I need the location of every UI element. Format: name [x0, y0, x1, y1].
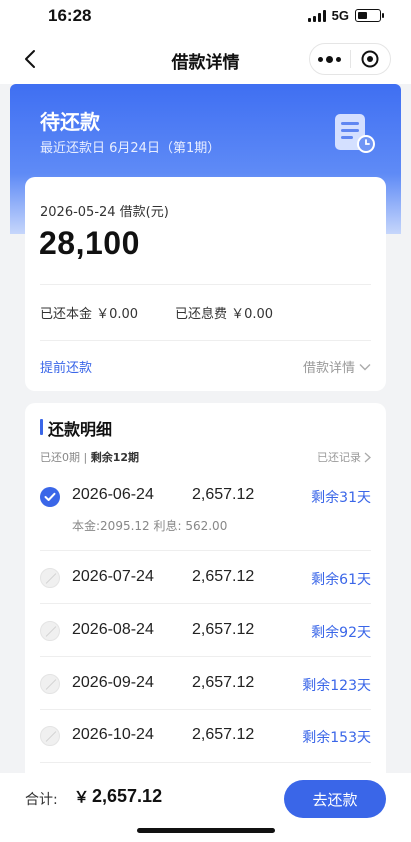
divider	[40, 603, 371, 604]
installment-amount: 2,657.12	[192, 621, 255, 638]
battery-level	[358, 12, 367, 19]
loan-date-label: 2026-05-24 借款(元)	[40, 205, 169, 220]
installment-row[interactable]: 2026-06-24 2,657.12 剩余31天 本金:2095.12 利息:…	[40, 486, 371, 546]
more-dots-icon[interactable]	[310, 44, 350, 74]
chevron-down-icon	[359, 363, 371, 370]
installment-stats: 已还0期 | 剩余12期	[40, 449, 139, 465]
schedule-title: 还款明细	[48, 420, 113, 439]
installment-date: 2026-07-24	[72, 568, 154, 585]
prepay-button[interactable]: 提前还款	[40, 357, 92, 376]
records-label: 已还记录	[317, 451, 361, 464]
target-circle-icon[interactable]	[351, 44, 391, 74]
installment-row[interactable]: 2026-07-24 2,657.12 剩余61天	[40, 568, 371, 592]
home-indicator	[137, 828, 275, 833]
loan-detail-label: 借款详情	[302, 361, 355, 376]
disabled-circle-icon	[40, 726, 60, 746]
days-remaining: 剩余31天	[311, 490, 371, 506]
installment-date: 2026-06-24	[72, 486, 154, 503]
disabled-circle-icon	[40, 568, 60, 588]
disabled-circle-icon	[40, 674, 60, 694]
days-remaining: 剩余153天	[302, 730, 371, 746]
remaining-count: 剩余12期	[90, 451, 140, 464]
days-remaining: 剩余61天	[311, 572, 371, 588]
installment-breakdown: 本金:2095.12 利息: 562.00	[72, 519, 228, 533]
network-label: 5G	[331, 8, 349, 23]
pay-button[interactable]: 去还款	[284, 780, 386, 818]
installment-amount: 2,657.12	[192, 726, 255, 743]
installment-row[interactable]: 2026-09-24 2,657.12 剩余123天	[40, 674, 371, 698]
status-bar: 16:28 5G	[0, 0, 411, 34]
days-remaining: 剩余92天	[311, 625, 371, 641]
battery-icon	[355, 9, 384, 22]
stats-separator: |	[80, 451, 91, 464]
installment-amount: 2,657.12	[192, 674, 255, 691]
divider	[40, 340, 371, 341]
divider	[40, 709, 371, 710]
installment-row[interactable]: 2026-08-24 2,657.12 剩余92天	[40, 621, 371, 645]
paid-count: 已还0期	[40, 451, 80, 464]
next-due-date: 最近还款日 6月24日（第1期）	[40, 141, 221, 156]
divider	[40, 550, 371, 551]
disabled-circle-icon	[40, 621, 60, 641]
signal-icon	[307, 9, 326, 22]
repayment-status-title: 待还款	[40, 110, 100, 134]
divider	[40, 762, 371, 763]
checked-circle-icon[interactable]	[40, 487, 60, 507]
divider	[40, 656, 371, 657]
days-remaining: 剩余123天	[302, 678, 371, 694]
total-amount-value: 2,657.12	[92, 786, 163, 806]
installment-date: 2026-09-24	[72, 674, 154, 691]
divider	[40, 284, 371, 285]
installment-amount: 2,657.12	[192, 486, 255, 503]
loan-amount: 28,100	[39, 225, 140, 261]
total-label: 合计:	[25, 792, 58, 808]
total-amount: ￥ 2,657.12	[74, 786, 162, 807]
status-indicators: 5G	[307, 8, 384, 23]
installment-row[interactable]: 2026-10-24 2,657.12 剩余153天	[40, 726, 371, 750]
chevron-right-icon	[364, 452, 371, 462]
nav-bar: 借款详情	[0, 34, 411, 84]
currency-symbol: ￥	[74, 789, 90, 806]
paid-interest: 已还息费 ￥0.00	[175, 307, 274, 322]
installment-date: 2026-10-24	[72, 726, 154, 743]
status-time: 16:28	[48, 6, 92, 25]
loan-detail-toggle[interactable]: 借款详情	[303, 357, 371, 376]
paid-principal: 已还本金 ￥0.00	[40, 307, 139, 322]
repayment-schedule-card: 还款明细 已还0期 | 剩余12期 已还记录 2026-06-24 2,657.…	[25, 403, 386, 773]
installment-amount: 2,657.12	[192, 568, 255, 585]
payment-records-link[interactable]: 已还记录	[317, 449, 371, 465]
mini-program-capsule	[309, 43, 391, 75]
installment-date: 2026-08-24	[72, 621, 154, 638]
loan-summary-card: 2026-05-24 借款(元) 28,100 已还本金 ￥0.00 已还息费 …	[25, 177, 386, 391]
bottom-action-bar: 合计: ￥ 2,657.12 去还款	[0, 773, 411, 842]
bill-clock-icon	[331, 110, 379, 162]
